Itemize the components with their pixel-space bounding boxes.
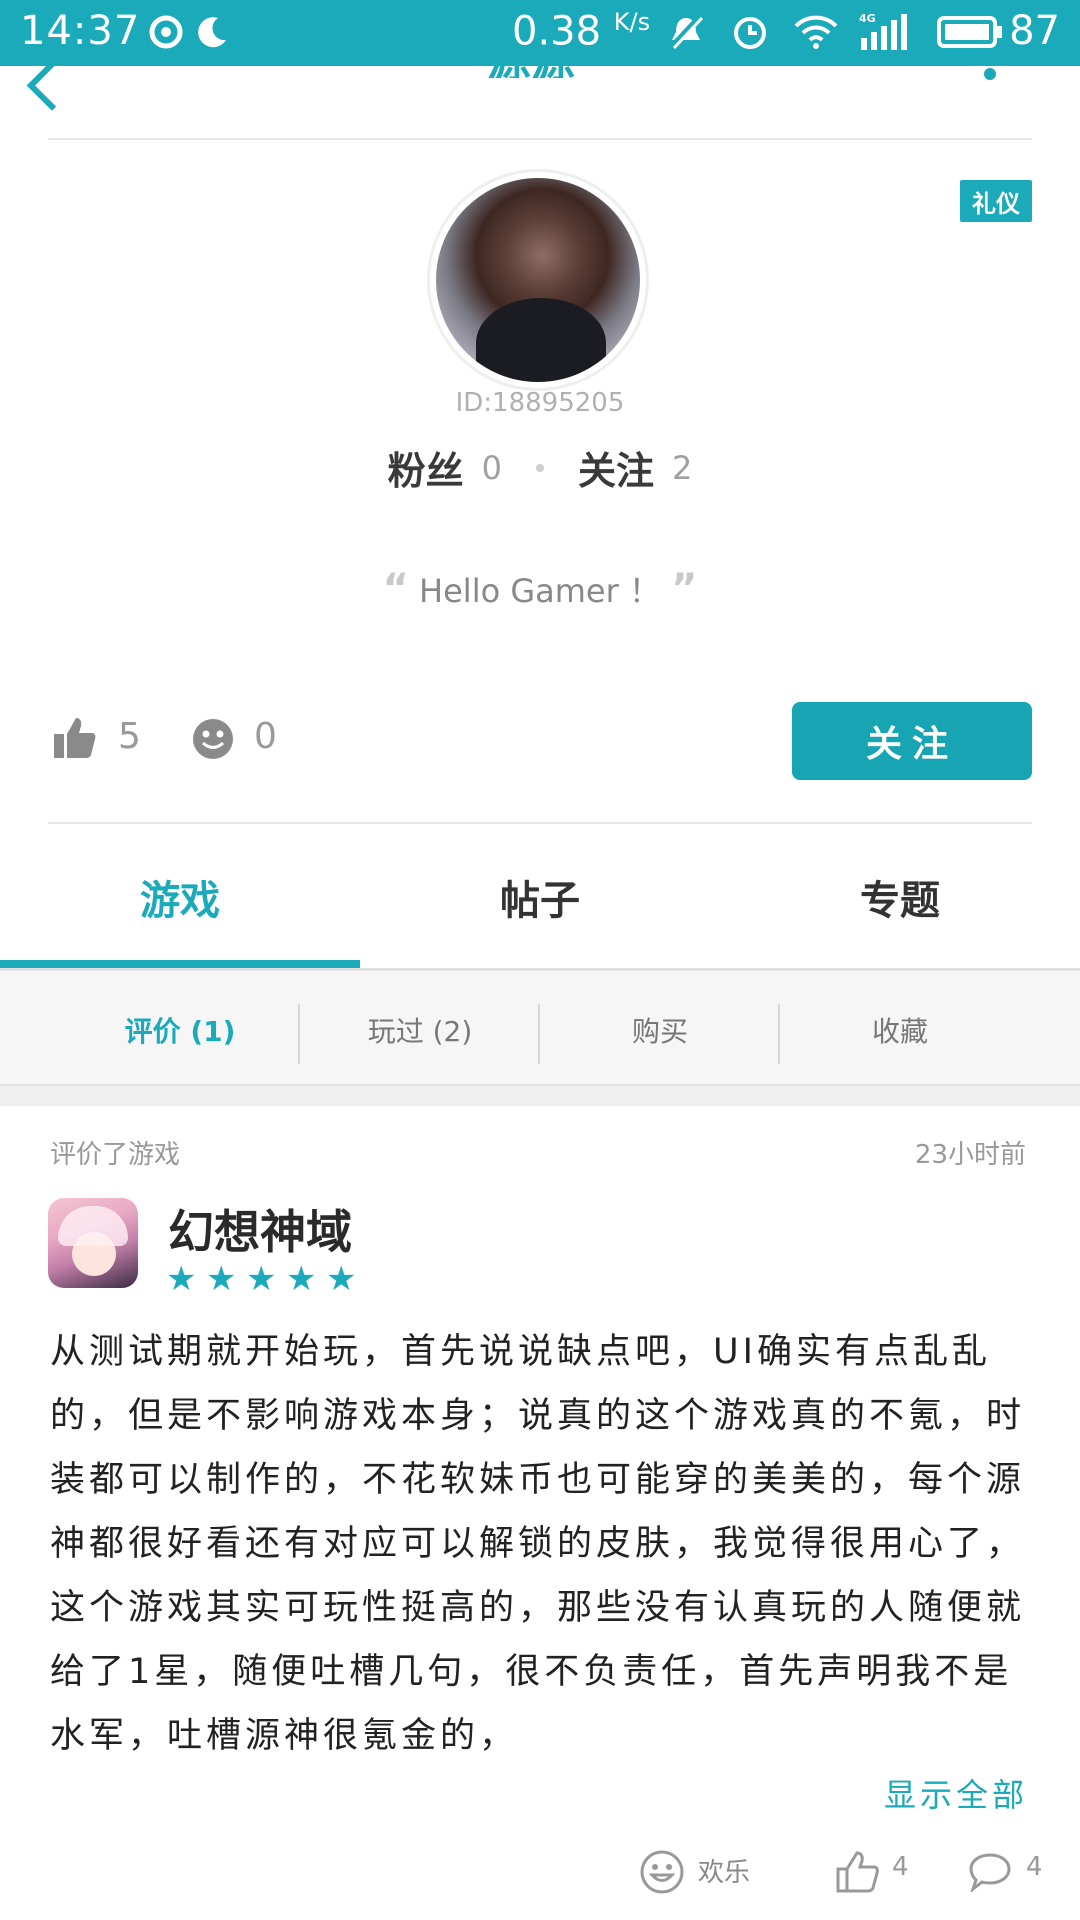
subtab-reviews[interactable]: 评价 (1): [60, 1010, 300, 1050]
review-like-icon[interactable]: [836, 1850, 880, 1894]
fans-count: 0: [481, 448, 502, 487]
review-text[interactable]: 从测试期就开始玩，首先说说缺点吧，UI确实有点乱乱的，但是不影响游戏本身；说真的…: [50, 1320, 1030, 1768]
follow-button[interactable]: 关注: [792, 702, 1032, 780]
header-divider: [48, 138, 1032, 140]
rating-stars: ★ ★ ★ ★ ★: [166, 1262, 360, 1296]
tab-active-indicator: [0, 960, 360, 968]
happy-reaction-icon[interactable]: [640, 1850, 684, 1894]
review-time: 23小时前: [914, 1140, 1026, 1170]
star-icon: ★: [286, 1259, 317, 1299]
following-label[interactable]: 关注: [578, 440, 654, 495]
smile-count: 0: [254, 716, 277, 757]
game-name[interactable]: 幻想神域: [168, 1196, 352, 1262]
page-title: ·源源: [470, 52, 575, 78]
stats-separator: [536, 463, 544, 472]
thumbs-up-icon[interactable]: [54, 716, 96, 760]
mute-icon: [664, 12, 708, 52]
wifi-icon: [792, 12, 840, 52]
smile-icon[interactable]: [192, 718, 234, 760]
comment-count: 4: [1026, 1852, 1043, 1882]
more-icon[interactable]: [984, 68, 996, 80]
follow-stats: 粉丝 0 关注 2: [0, 440, 1080, 495]
tab-posts[interactable]: 帖子: [360, 868, 720, 926]
star-icon: ★: [166, 1259, 197, 1299]
profile-divider: [48, 822, 1032, 824]
status-time: 14:37: [20, 8, 141, 54]
battery-icon: [936, 12, 1004, 52]
review-action: 评价了游戏: [50, 1140, 181, 1170]
battery-level: 87: [1009, 8, 1060, 54]
star-icon: ★: [206, 1259, 237, 1299]
signature: “ Hello Gamer ！ ”: [0, 566, 1080, 612]
tab-baseline: [0, 968, 1080, 971]
svg-text:4G: 4G: [859, 12, 876, 25]
tab-topics[interactable]: 专题: [720, 868, 1080, 926]
tab-games[interactable]: 游戏: [0, 868, 360, 926]
weibo-icon: [146, 12, 186, 52]
alarm-icon: [728, 12, 772, 52]
subtab-purchased[interactable]: 购买: [540, 1010, 780, 1050]
subtab-played[interactable]: 玩过 (2): [300, 1010, 540, 1050]
star-icon: ★: [246, 1259, 277, 1299]
like-count: 5: [118, 716, 141, 757]
etiquette-badge[interactable]: 礼仪: [960, 180, 1032, 222]
star-icon: ★: [326, 1259, 357, 1299]
reaction-label[interactable]: 欢乐: [698, 1852, 750, 1889]
network-speed: 0.38 K/s: [512, 8, 651, 55]
moon-icon: [192, 12, 232, 52]
subtab-favorites[interactable]: 收藏: [780, 1010, 1020, 1050]
avatar[interactable]: [436, 178, 640, 382]
close-quote-icon: ”: [671, 566, 698, 612]
back-icon[interactable]: [27, 60, 78, 111]
fans-label[interactable]: 粉丝: [388, 440, 464, 495]
comment-icon[interactable]: [968, 1852, 1012, 1892]
following-count: 2: [672, 448, 693, 487]
signature-text: Hello Gamer ！: [419, 572, 661, 610]
show-all-link[interactable]: 显示全部: [884, 1770, 1028, 1816]
review-like-count: 4: [892, 1852, 909, 1882]
open-quote-icon: “: [382, 566, 409, 612]
game-icon[interactable]: [48, 1198, 138, 1288]
user-id: ID:18895205: [455, 388, 625, 418]
signal-icon: 4G: [856, 12, 914, 52]
section-gap: [0, 1086, 1080, 1106]
